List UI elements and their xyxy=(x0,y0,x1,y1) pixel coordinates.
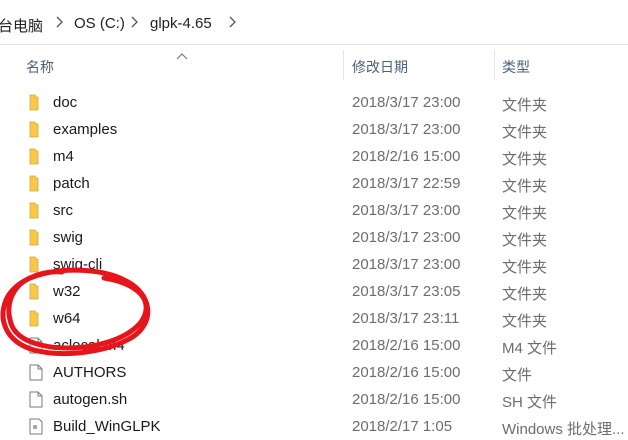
file-modified-date: 2018/2/17 1:05 xyxy=(352,418,453,435)
file-name[interactable]: doc xyxy=(53,94,77,111)
file-type: 文件夹 xyxy=(502,178,548,195)
file-type: 文件夹 xyxy=(502,205,548,222)
file-type: 文件夹 xyxy=(502,313,548,330)
column-header-name[interactable]: 名称 xyxy=(26,57,54,77)
file-type: 文件夹 xyxy=(502,124,548,141)
file-row[interactable]: examples 2018/3/17 23:00 文件夹 xyxy=(0,116,628,143)
file-row[interactable]: patch 2018/3/17 22:59 文件夹 xyxy=(0,170,628,197)
file-row[interactable]: src 2018/3/17 23:00 文件夹 xyxy=(0,197,628,224)
file-icon xyxy=(27,391,45,408)
file-modified-date: 2018/3/17 23:11 xyxy=(352,310,460,327)
file-row[interactable]: AUTHORS 2018/2/16 15:00 文件 xyxy=(0,359,628,386)
file-name[interactable]: swig-cli xyxy=(53,256,102,273)
file-modified-date: 2018/2/16 15:00 xyxy=(352,391,461,408)
file-type: SH 文件 xyxy=(502,394,558,411)
file-name[interactable]: w32 xyxy=(53,283,81,300)
file-modified-date: 2018/3/17 23:00 xyxy=(352,256,461,273)
file-type: 文件夹 xyxy=(502,97,548,114)
batch-file-icon xyxy=(27,418,45,435)
folder-icon xyxy=(27,94,45,111)
file-row[interactable]: swig-cli 2018/3/17 23:00 文件夹 xyxy=(0,251,628,278)
breadcrumb-glpk[interactable]: glpk-4.65 xyxy=(150,15,212,32)
file-type: 文件夹 xyxy=(502,286,548,303)
column-divider[interactable] xyxy=(494,50,495,80)
file-type: 文件夹 xyxy=(502,151,548,168)
column-header-type[interactable]: 类型 xyxy=(502,57,530,77)
file-name[interactable]: examples xyxy=(53,121,117,138)
folder-icon xyxy=(27,148,45,165)
file-modified-date: 2018/3/17 22:59 xyxy=(352,175,461,192)
address-bar[interactable]: 台电脑 OS (C:) glpk-4.65 xyxy=(0,0,628,45)
file-type: 文件夹 xyxy=(502,232,548,249)
file-modified-date: 2018/3/17 23:00 xyxy=(352,202,461,219)
file-modified-date: 2018/3/17 23:05 xyxy=(352,283,461,300)
file-modified-date: 2018/2/16 15:00 xyxy=(352,364,461,381)
file-type: 文件 xyxy=(502,367,533,384)
file-name[interactable]: aclocal.m4 xyxy=(53,337,125,354)
file-row[interactable]: autogen.sh 2018/2/16 15:00 SH 文件 xyxy=(0,386,628,413)
folder-icon xyxy=(27,175,45,192)
file-row[interactable]: Build_WinGLPK 2018/2/17 1:05 Windows 批处理..… xyxy=(0,413,628,440)
file-icon xyxy=(27,364,45,381)
file-row[interactable]: w32 2018/3/17 23:05 文件夹 xyxy=(0,278,628,305)
file-name[interactable]: autogen.sh xyxy=(53,391,127,408)
folder-icon xyxy=(27,283,45,300)
file-name[interactable]: m4 xyxy=(53,148,74,165)
file-row[interactable]: aclocal.m4 2018/2/16 15:00 M4 文件 xyxy=(0,332,628,359)
column-header-row: 名称 修改日期 类型 xyxy=(0,44,628,86)
sort-ascending-icon xyxy=(176,47,188,63)
file-row[interactable]: w64 2018/3/17 23:11 文件夹 xyxy=(0,305,628,332)
file-row[interactable]: swig 2018/3/17 23:00 文件夹 xyxy=(0,224,628,251)
file-name[interactable]: w64 xyxy=(53,310,81,327)
file-modified-date: 2018/2/16 15:00 xyxy=(352,337,461,354)
chevron-right-icon[interactable] xyxy=(130,14,140,30)
folder-icon xyxy=(27,256,45,273)
file-icon xyxy=(27,337,45,354)
breadcrumb-this-pc[interactable]: 台电脑 xyxy=(0,15,43,36)
chevron-right-icon[interactable] xyxy=(228,14,238,30)
folder-icon xyxy=(27,310,45,327)
folder-icon xyxy=(27,121,45,138)
file-modified-date: 2018/3/17 23:00 xyxy=(352,121,461,138)
file-type: 文件夹 xyxy=(502,259,548,276)
file-type: M4 文件 xyxy=(502,340,558,357)
file-modified-date: 2018/3/17 23:00 xyxy=(352,229,461,246)
file-name[interactable]: swig xyxy=(53,229,83,246)
file-name[interactable]: src xyxy=(53,202,73,219)
file-modified-date: 2018/3/17 23:00 xyxy=(352,94,461,111)
column-header-modified[interactable]: 修改日期 xyxy=(352,57,408,77)
file-name[interactable]: patch xyxy=(53,175,90,192)
file-name[interactable]: AUTHORS xyxy=(53,364,126,381)
folder-icon xyxy=(27,202,45,219)
breadcrumb-os-c[interactable]: OS (C:) xyxy=(74,15,125,32)
file-type: Windows 批处理... xyxy=(502,421,625,438)
chevron-right-icon[interactable] xyxy=(55,14,65,30)
file-row[interactable]: m4 2018/2/16 15:00 文件夹 xyxy=(0,143,628,170)
column-divider[interactable] xyxy=(343,50,344,80)
file-name[interactable]: Build_WinGLPK xyxy=(53,418,161,435)
folder-icon xyxy=(27,229,45,246)
file-modified-date: 2018/2/16 15:00 xyxy=(352,148,461,165)
file-row[interactable]: doc 2018/3/17 23:00 文件夹 xyxy=(0,89,628,116)
